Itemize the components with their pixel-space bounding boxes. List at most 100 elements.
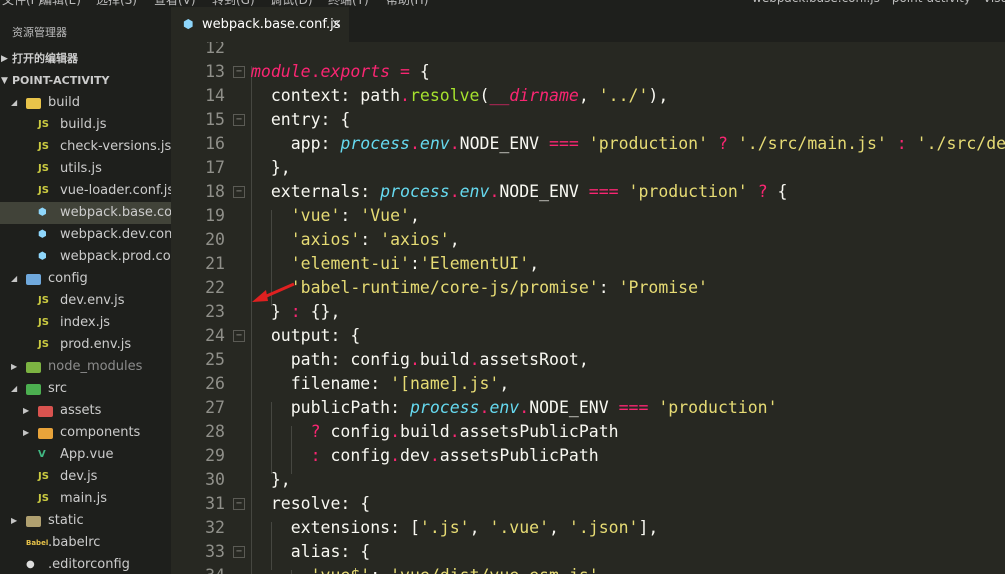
- code-line[interactable]: 25 path: config.build.assetsRoot,: [171, 348, 1005, 372]
- code-line[interactable]: 28 ? config.build.assetsPublicPath: [171, 420, 1005, 444]
- menu-item[interactable]: 查看(V): [154, 0, 196, 7]
- code-line[interactable]: 26 filename: '[name].js',: [171, 372, 1005, 396]
- tree-item[interactable]: Babel .babelrc: [0, 532, 171, 554]
- code-line[interactable]: 24− output: {: [171, 324, 1005, 348]
- code-line[interactable]: 34 'vue$': 'vue/dist/vue.esm.js',: [171, 564, 1005, 574]
- code-line[interactable]: 14 context: path.resolve(__dirname, '../…: [171, 84, 1005, 108]
- tree-item[interactable]: JS dev.js: [0, 466, 171, 488]
- code-text: entry: {: [251, 110, 351, 129]
- code-text: path: config.build.assetsRoot,: [251, 350, 589, 369]
- code-line[interactable]: 23 } : {},: [171, 300, 1005, 324]
- code-text: output: {: [251, 326, 361, 345]
- project-section[interactable]: ▼ POINT-ACTIVITY: [0, 70, 171, 92]
- tree-item[interactable]: ⬢ webpack.dev.con...: [0, 224, 171, 246]
- line-number: 22: [205, 278, 225, 297]
- webpack-icon: ⬢: [183, 17, 194, 31]
- fold-toggle-icon[interactable]: −: [233, 66, 245, 78]
- code-line[interactable]: 16 app: process.env.NODE_ENV === 'produc…: [171, 132, 1005, 156]
- tree-item[interactable]: ⬢ webpack.base.co...: [0, 202, 171, 224]
- code-line[interactable]: 13− module.exports = {: [171, 60, 1005, 84]
- js-file-icon: JS: [38, 119, 49, 130]
- code-line[interactable]: 19 'vue': 'Vue',: [171, 204, 1005, 228]
- tree-item[interactable]: JS utils.js: [0, 158, 171, 180]
- js-file-icon: JS: [38, 163, 49, 174]
- line-number: 30: [205, 470, 225, 489]
- code-line[interactable]: 27 publicPath: process.env.NODE_ENV === …: [171, 396, 1005, 420]
- menu-item[interactable]: 转到(G): [212, 0, 255, 7]
- menu-item[interactable]: 文件(F): [2, 0, 42, 7]
- tree-item-label: webpack.dev.con...: [60, 227, 171, 242]
- js-file-icon: JS: [38, 493, 49, 504]
- js-file-icon: JS: [38, 339, 49, 350]
- code-line[interactable]: 32 extensions: ['.js', '.vue', '.json'],: [171, 516, 1005, 540]
- line-number: 28: [205, 422, 225, 441]
- tree-item[interactable]: ▶ assets: [0, 400, 171, 422]
- code-text: context: path.resolve(__dirname, '../'),: [251, 86, 669, 105]
- code-line[interactable]: 22 'babel-runtime/core-js/promise': 'Pro…: [171, 276, 1005, 300]
- code-line[interactable]: 21 'element-ui':'ElementUI',: [171, 252, 1005, 276]
- tree-item[interactable]: ▶ node_modules: [0, 356, 171, 378]
- line-number: 25: [205, 350, 225, 369]
- menu-bar: 文件(F) 编辑(E) 选择(S) 查看(V) 转到(G) 调试(D) 终端(T) 帮助(H)…: [0, 0, 1005, 7]
- code-line[interactable]: 29 : config.dev.assetsPublicPath: [171, 444, 1005, 468]
- line-number: 14: [205, 86, 225, 105]
- code-line[interactable]: 31− resolve: {: [171, 492, 1005, 516]
- tree-item[interactable]: ◢ config: [0, 268, 171, 290]
- tree-item[interactable]: ◢ build: [0, 92, 171, 114]
- fold-toggle-icon[interactable]: −: [233, 546, 245, 558]
- line-number: 29: [205, 446, 225, 465]
- menu-item[interactable]: 编辑(E): [40, 0, 81, 7]
- tree-item[interactable]: ▶ static: [0, 510, 171, 532]
- chevron-down-icon: ◢: [11, 274, 18, 283]
- tree-item-label: src: [48, 381, 67, 396]
- tree-item-label: .babelrc: [48, 535, 101, 550]
- code-line[interactable]: 18− externals: process.env.NODE_ENV === …: [171, 180, 1005, 204]
- line-number: 23: [205, 302, 225, 321]
- code-text: alias: {: [251, 542, 371, 561]
- code-editor[interactable]: 12 13− module.exports = {14 context: path.…: [171, 42, 1005, 574]
- menu-item[interactable]: 选择(S): [96, 0, 137, 7]
- tree-item[interactable]: ◢ src: [0, 378, 171, 400]
- menu-item[interactable]: 终端(T): [328, 0, 369, 7]
- tree-item[interactable]: JS index.js: [0, 312, 171, 334]
- close-icon[interactable]: ×: [331, 7, 342, 42]
- fold-toggle-icon[interactable]: −: [233, 498, 245, 510]
- fold-toggle-icon[interactable]: −: [233, 114, 245, 126]
- chevron-right-icon: ▶: [23, 406, 30, 415]
- menu-item[interactable]: 帮助(H): [386, 0, 428, 7]
- menu-item[interactable]: 调试(D): [270, 0, 313, 7]
- tree-item[interactable]: V App.vue: [0, 444, 171, 466]
- line-number: 16: [205, 134, 225, 153]
- tree-item[interactable]: JS build.js: [0, 114, 171, 136]
- tree-item-label: main.js: [60, 491, 107, 506]
- code-line[interactable]: 12: [171, 42, 1005, 60]
- fold-toggle-icon[interactable]: −: [233, 330, 245, 342]
- tab-webpack-base-conf[interactable]: ⬢ webpack.base.conf.js ×: [171, 7, 349, 42]
- code-line[interactable]: 17 },: [171, 156, 1005, 180]
- tree-item-label: components: [60, 425, 141, 440]
- tree-item[interactable]: JS vue-loader.conf.js: [0, 180, 171, 202]
- code-line[interactable]: 20 'axios': 'axios',: [171, 228, 1005, 252]
- tree-item-label: webpack.prod.co...: [60, 249, 171, 264]
- tree-item[interactable]: JS dev.env.js: [0, 290, 171, 312]
- tree-item[interactable]: ● .editorconfig: [0, 554, 171, 574]
- tree-item-label: check-versions.js: [60, 139, 171, 154]
- code-line[interactable]: 33− alias: {: [171, 540, 1005, 564]
- tree-item[interactable]: JS main.js: [0, 488, 171, 510]
- code-text: publicPath: process.env.NODE_ENV === 'pr…: [251, 398, 778, 417]
- code-line[interactable]: 30 },: [171, 468, 1005, 492]
- line-number: 27: [205, 398, 225, 417]
- tree-item[interactable]: JS check-versions.js: [0, 136, 171, 158]
- tree-item[interactable]: ▶ components: [0, 422, 171, 444]
- open-editors-section[interactable]: ▶ 打开的编辑器: [0, 48, 171, 70]
- code-text: module.exports = {: [251, 62, 430, 81]
- tab-bar: ⬢ webpack.base.conf.js ×: [171, 7, 1005, 42]
- fold-toggle-icon[interactable]: −: [233, 186, 245, 198]
- tree-item-label: index.js: [60, 315, 111, 330]
- tree-item[interactable]: ⬢ webpack.prod.co...: [0, 246, 171, 268]
- code-line[interactable]: 15− entry: {: [171, 108, 1005, 132]
- code-text: app: process.env.NODE_ENV === 'productio…: [251, 134, 1005, 153]
- tree-item-label: config: [48, 271, 88, 286]
- tree-item[interactable]: JS prod.env.js: [0, 334, 171, 356]
- babel-icon: Babel: [26, 539, 49, 547]
